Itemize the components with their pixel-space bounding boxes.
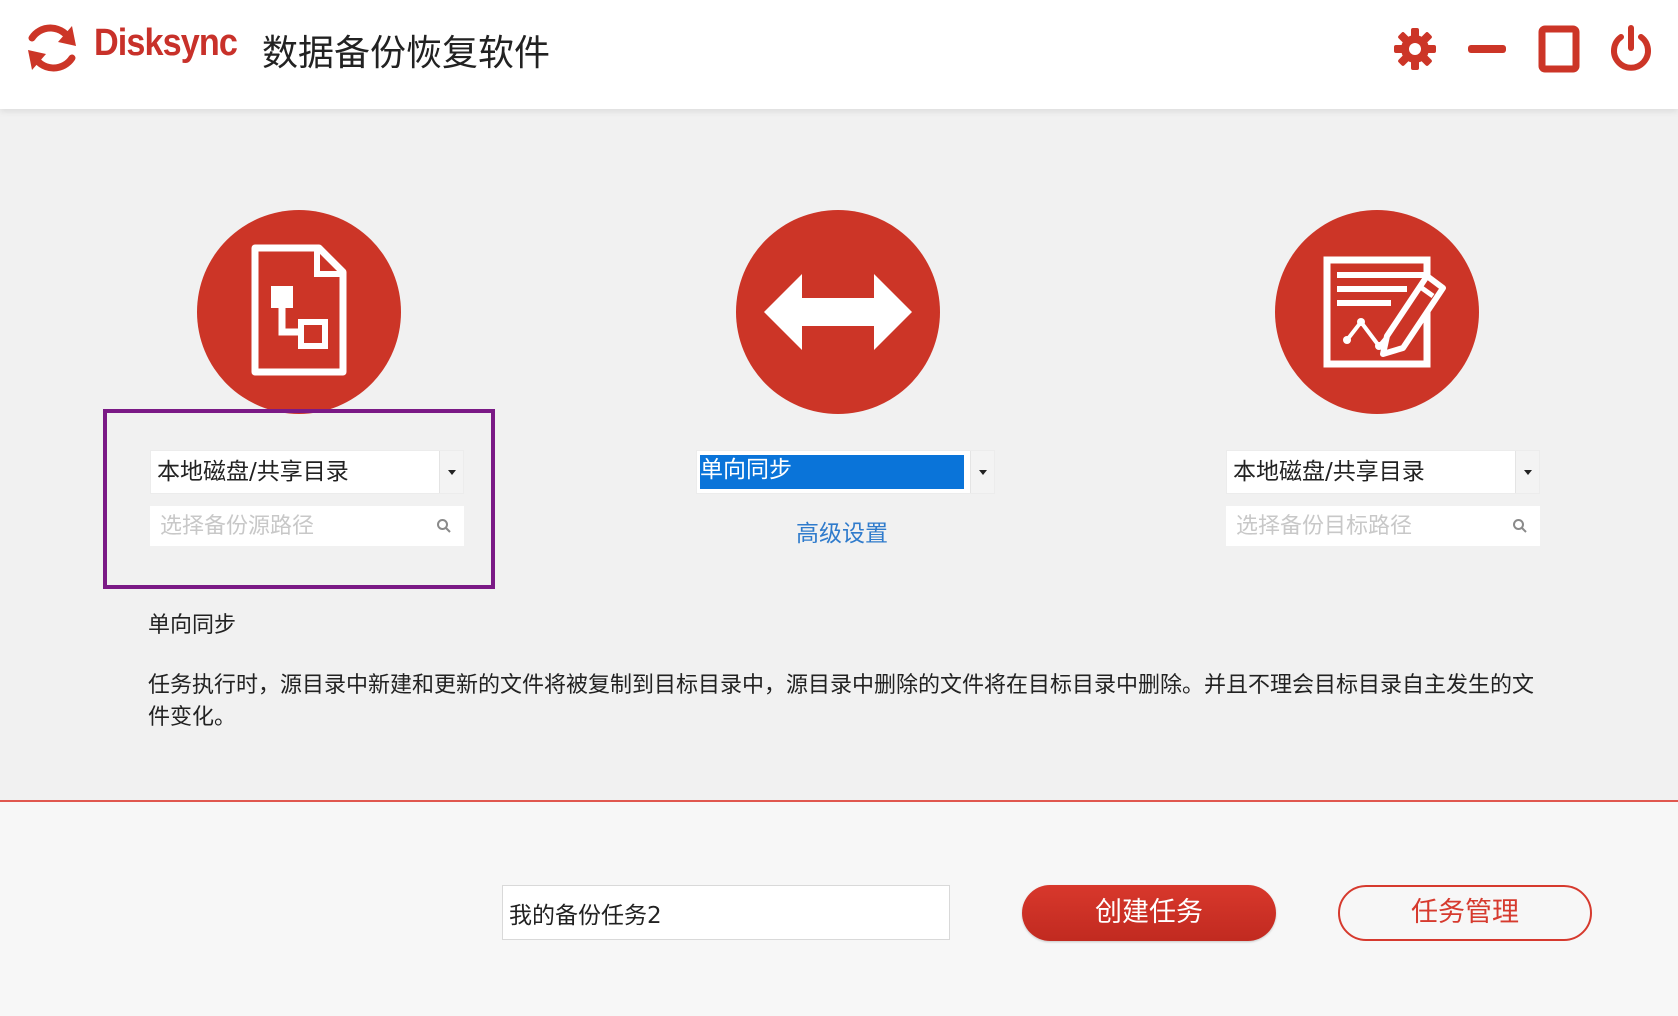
target-type-select[interactable]: 本地磁盘/共享目录 <box>1226 450 1540 494</box>
focus-highlight-box <box>103 409 495 589</box>
app-title: 数据备份恢复软件 <box>262 33 551 74</box>
task-manage-button[interactable]: 任务管理 <box>1338 885 1592 941</box>
task-name-field[interactable] <box>502 885 950 940</box>
sync-mode-value: 单向同步 <box>700 455 964 489</box>
advanced-settings-link[interactable]: 高级设置 <box>796 514 888 548</box>
title-bar: Disksync 数据备份恢复软件 <box>0 0 1678 109</box>
target-path-field[interactable] <box>1226 506 1540 546</box>
chevron-down-icon[interactable] <box>970 451 994 493</box>
target-path-input[interactable] <box>1226 506 1540 546</box>
minimize-icon[interactable] <box>1462 24 1512 74</box>
mode-description-title: 单向同步 <box>148 613 237 638</box>
gear-icon[interactable] <box>1390 24 1440 74</box>
chevron-down-icon[interactable] <box>1515 451 1539 493</box>
target-type-value: 本地磁盘/共享目录 <box>1233 459 1425 485</box>
sync-logo-icon <box>22 18 82 78</box>
sync-direction-icon[interactable] <box>736 210 940 414</box>
source-file-icon[interactable] <box>197 210 401 414</box>
maximize-icon[interactable] <box>1534 24 1584 74</box>
create-task-button[interactable]: 创建任务 <box>1022 885 1276 941</box>
search-icon[interactable] <box>1512 518 1528 534</box>
power-icon[interactable] <box>1606 24 1656 74</box>
brand-name: Disksync <box>94 22 238 64</box>
mode-description-text: 任务执行时，源目录中新建和更新的文件将被复制到目标目录中，源目录中删除的文件将在… <box>148 673 1535 730</box>
sync-mode-select[interactable]: 单向同步 <box>696 450 995 494</box>
target-edit-icon[interactable] <box>1275 210 1479 414</box>
task-name-input[interactable] <box>503 886 949 939</box>
